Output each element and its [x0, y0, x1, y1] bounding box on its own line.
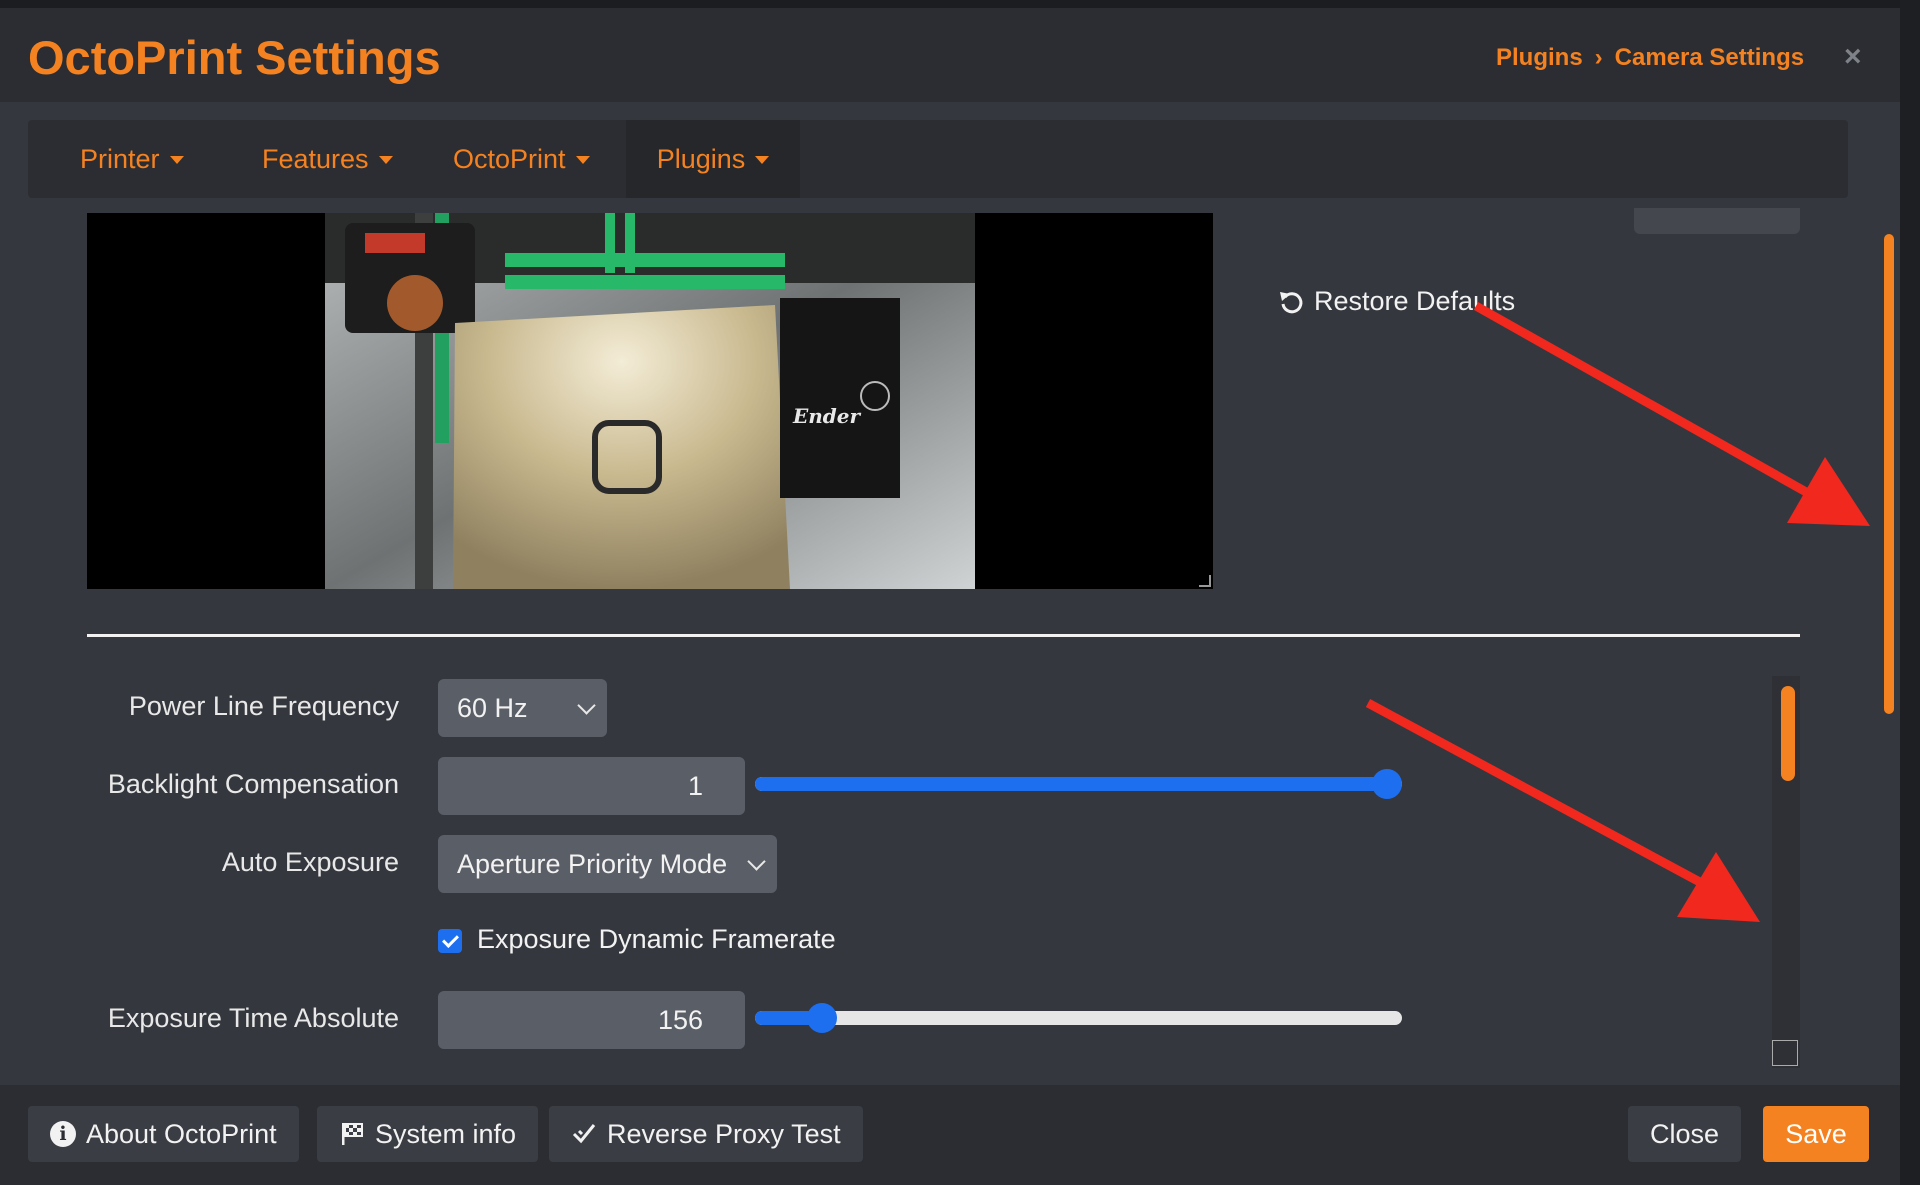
exposure-dynamic-framerate-checkbox[interactable]: [438, 929, 462, 953]
caret-down-icon: [169, 156, 184, 164]
power-line-frequency-value: 60 Hz: [457, 692, 528, 723]
modal-header: OctoPrint Settings Plugins › Camera Sett…: [0, 8, 1900, 102]
info-icon: i: [50, 1121, 76, 1147]
close-button-label: Close: [1650, 1118, 1720, 1149]
save-button-label: Save: [1785, 1118, 1847, 1149]
reverse-proxy-test-label: Reverse Proxy Test: [607, 1118, 841, 1149]
tab-printer-label: Printer: [80, 143, 160, 174]
restore-icon: [1280, 291, 1303, 313]
page-title: OctoPrint Settings: [28, 31, 441, 84]
tab-features-label: Features: [262, 143, 369, 174]
power-line-frequency-select[interactable]: 60 Hz: [438, 679, 607, 737]
ender-logo-text: Ender: [792, 404, 861, 428]
exposure-time-absolute-slider[interactable]: [755, 1003, 1402, 1033]
breadcrumb: Plugins › Camera Settings: [1496, 44, 1804, 72]
exposure-time-absolute-input[interactable]: 156: [438, 991, 745, 1049]
settings-nav: Printer Features OctoPrint Plugins: [28, 120, 1848, 198]
exposure-dynamic-framerate-label[interactable]: Exposure Dynamic Framerate: [477, 924, 836, 955]
section-divider: [87, 634, 1800, 637]
tab-printer[interactable]: Printer: [80, 120, 184, 198]
backlight-compensation-slider[interactable]: [755, 769, 1402, 799]
backlight-compensation-value: 1: [687, 770, 703, 801]
tab-plugins[interactable]: Plugins: [626, 120, 800, 198]
restore-defaults-button[interactable]: Restore Defaults: [1278, 286, 1515, 317]
controls-scrollbar-thumb[interactable]: [1781, 686, 1795, 781]
tab-octoprint-label: OctoPrint: [453, 143, 566, 174]
tab-features[interactable]: Features: [262, 120, 393, 198]
flag-icon: [342, 1123, 363, 1145]
about-octoprint-label: About OctoPrint: [86, 1118, 277, 1149]
controls-resize-handle-icon[interactable]: [1772, 1040, 1798, 1066]
save-button[interactable]: Save: [1763, 1106, 1869, 1162]
chevron-down-icon: [747, 852, 766, 871]
backlight-compensation-label: Backlight Compensation: [107, 769, 399, 799]
caret-down-icon: [575, 156, 590, 164]
auto-exposure-label: Auto Exposure: [221, 847, 399, 877]
resize-handle-icon[interactable]: [1199, 575, 1211, 587]
close-button[interactable]: Close: [1628, 1106, 1742, 1162]
checkmark-icon: [572, 1124, 596, 1144]
caret-down-icon: [755, 156, 770, 164]
breadcrumb-plugins[interactable]: Plugins: [1496, 44, 1583, 72]
power-line-frequency-label: Power Line Frequency: [128, 691, 399, 721]
settings-modal: OctoPrint Settings Plugins › Camera Sett…: [0, 8, 1900, 1185]
background-page-strip: [1900, 0, 1920, 1185]
about-octoprint-button[interactable]: i About OctoPrint: [28, 1106, 299, 1162]
camera-preview: Ender: [87, 213, 1213, 589]
auto-exposure-value: Aperture Priority Mode: [457, 848, 728, 879]
backlight-slider-handle[interactable]: [1372, 769, 1402, 799]
caret-down-icon: [378, 156, 393, 164]
exposure-time-absolute-label: Exposure Time Absolute: [107, 1003, 399, 1033]
modal-scrollbar-thumb[interactable]: [1884, 234, 1894, 714]
backlight-compensation-input[interactable]: 1: [438, 757, 745, 815]
printer-bed-illustration: Ender: [325, 213, 975, 589]
backlight-slider-fill: [755, 777, 1387, 791]
tab-plugins-label: Plugins: [656, 143, 746, 174]
system-info-label: System info: [375, 1118, 517, 1149]
system-info-button[interactable]: System info: [317, 1106, 539, 1162]
window-top-edge: [0, 0, 1920, 8]
breadcrumb-camera-settings[interactable]: Camera Settings: [1615, 44, 1804, 72]
auto-exposure-select[interactable]: Aperture Priority Mode: [438, 835, 777, 893]
reverse-proxy-test-button[interactable]: Reverse Proxy Test: [549, 1106, 863, 1162]
exposure-time-absolute-value: 156: [657, 1004, 703, 1035]
restore-defaults-label: Restore Defaults: [1314, 286, 1516, 316]
tab-octoprint[interactable]: OctoPrint: [453, 120, 590, 198]
partially-visible-button[interactable]: [1634, 208, 1800, 234]
chevron-down-icon: [577, 696, 596, 715]
webcam-stream-image: Ender: [325, 213, 975, 589]
breadcrumb-separator-icon: ›: [1594, 44, 1603, 71]
exposure-slider-handle[interactable]: [807, 1003, 838, 1033]
close-icon[interactable]: ×: [1844, 40, 1862, 74]
